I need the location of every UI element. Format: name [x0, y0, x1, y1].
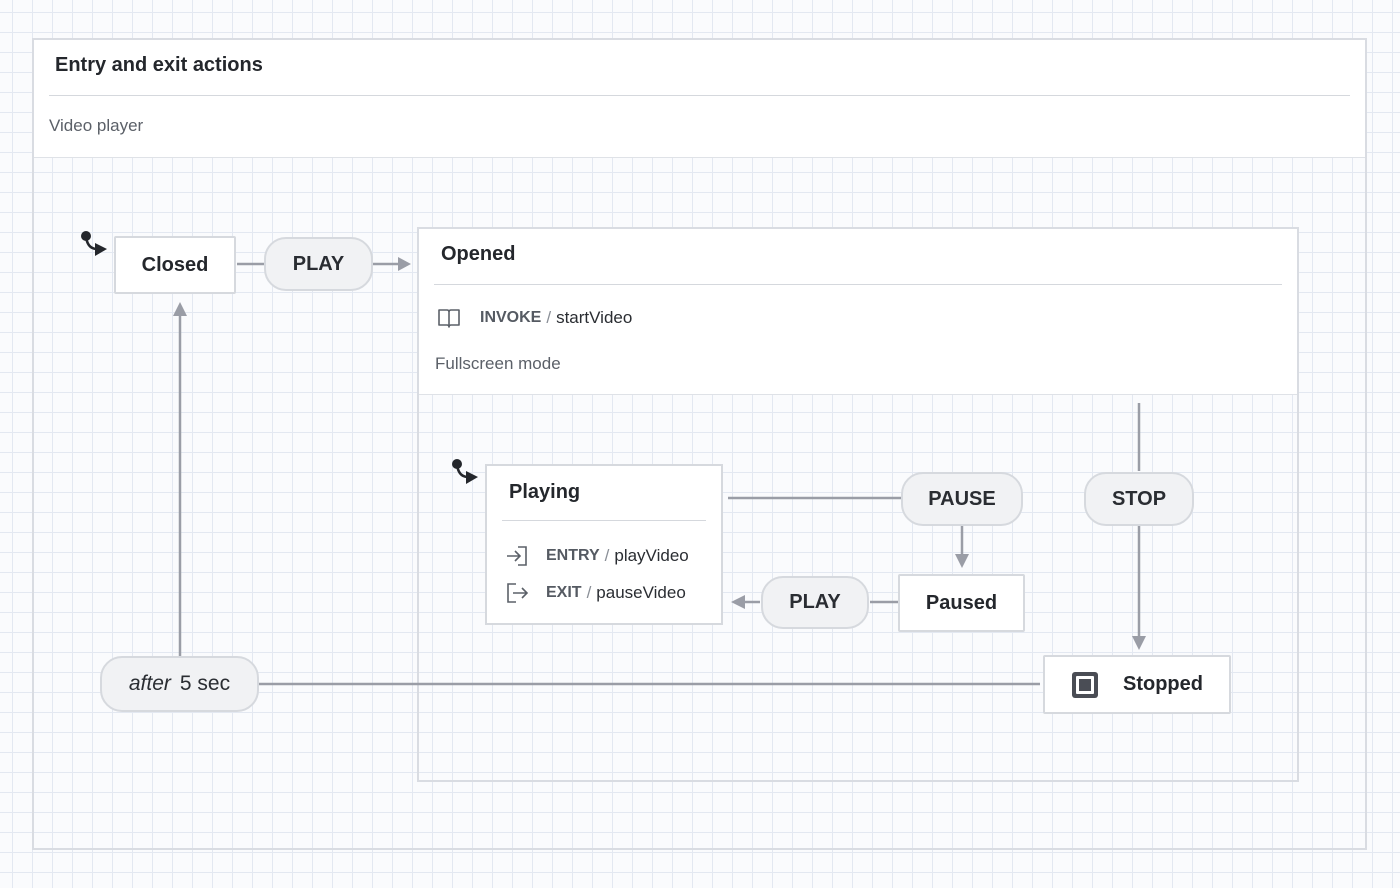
event-play-open[interactable]: PLAY [264, 237, 373, 291]
final-state-icon [1072, 671, 1098, 698]
exit-action: pauseVideo [596, 583, 686, 602]
machine-description: Video player [49, 116, 144, 135]
state-closed[interactable]: Closed [114, 236, 236, 294]
after-value: 5 sec [179, 672, 231, 695]
event-pause[interactable]: PAUSE [901, 472, 1023, 526]
exit-icon [507, 583, 529, 603]
event-stop[interactable]: STOP [1084, 472, 1194, 526]
event-after-delay[interactable]: after 5 sec [100, 656, 259, 712]
state-opened-divider [434, 284, 1282, 285]
state-stopped[interactable]: Stopped [1043, 655, 1231, 714]
after-keyword: after [128, 672, 171, 695]
event-stop-label: STOP [1111, 487, 1167, 510]
state-stopped-label: Stopped [1123, 673, 1203, 695]
invoke-keyword: INVOKE [480, 309, 542, 326]
event-play-open-label: PLAY [292, 252, 345, 275]
machine-title: Entry and exit actions [55, 54, 263, 76]
state-opened-description: Fullscreen mode [435, 354, 561, 373]
entry-keyword: ENTRY [546, 547, 600, 564]
state-paused[interactable]: Paused [898, 574, 1025, 632]
invoke-separator: / [546, 308, 552, 327]
state-opened-title: Opened [441, 243, 516, 265]
exit-separator: / [586, 583, 592, 602]
event-pause-label: PAUSE [928, 487, 996, 510]
entry-action: playVideo [614, 546, 689, 565]
entry-separator: / [604, 546, 610, 565]
state-closed-label: Closed [141, 253, 209, 276]
state-playing-title: Playing [509, 481, 581, 503]
event-play-resume[interactable]: PLAY [761, 576, 869, 629]
machine-header-divider [49, 95, 1350, 96]
state-paused-label: Paused [925, 591, 998, 614]
exit-action-row: EXIT / pauseVideo [504, 580, 686, 606]
entry-icon [507, 546, 527, 566]
book-icon [438, 309, 460, 328]
event-play-resume-label: PLAY [789, 591, 841, 613]
entry-action-row: ENTRY / playVideo [504, 543, 689, 569]
state-playing-divider [502, 520, 706, 521]
exit-keyword: EXIT [546, 584, 582, 601]
invoke-row: INVOKE / startVideo [437, 306, 632, 330]
invoke-action: startVideo [556, 308, 633, 327]
